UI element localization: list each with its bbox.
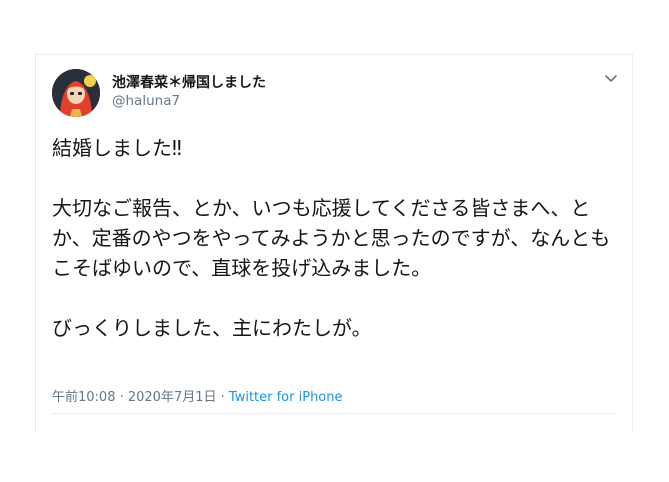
meta-separator: · [216,390,229,405]
tweet-text: 結婚しました‼︎ 大切なご報告、とか、いつも応援してくださる皆さまへ、とか、定番… [52,136,611,340]
tweet-source-link[interactable]: Twitter for iPhone [229,390,343,405]
tweet-card: 池澤春菜＊帰国しました @haluna7 結婚しました‼︎ 大切なご報告、とか、… [35,54,633,432]
avatar-illustration [52,69,100,117]
chevron-down-icon[interactable] [602,71,620,87]
tweet-meta: 午前10:08 · 2020年7月1日 · Twitter for iPhone [52,386,343,405]
tweet-timestamp[interactable]: 午前10:08 · 2020年7月1日 [52,390,217,405]
divider [52,413,616,414]
user-handle[interactable]: @haluna7 [112,93,180,109]
avatar[interactable] [52,69,100,117]
display-name[interactable]: 池澤春菜＊帰国しました [112,72,266,92]
